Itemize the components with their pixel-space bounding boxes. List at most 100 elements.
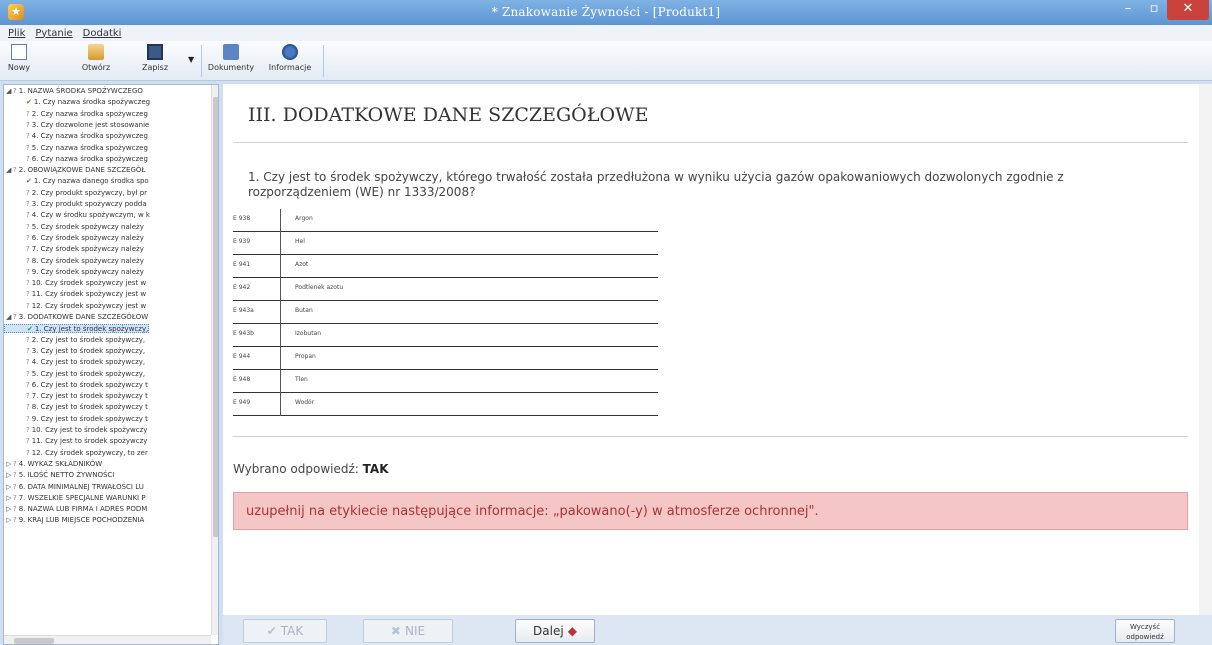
cross-icon: ✖ [390,624,401,638]
tree-question[interactable]: ? 12. Czy środek spożywczy, to zer [4,449,148,458]
close-button[interactable]: ✕ [1167,0,1209,20]
open-button[interactable]: Otwórz [78,44,114,72]
tree-section[interactable]: ▷? 7. WSZELKIE SPECJALNE WARUNKI P [4,494,146,503]
tree-item-label: 5. Czy nazwa środka spożywczeg [31,143,148,152]
gas-table-row: E 941 Azot [233,255,658,278]
tree-question[interactable]: ? 4. Czy w środku spożywczym, w k [4,211,150,220]
tree-question[interactable]: ✔ 1. Czy nazwa środka spożywczeg [4,98,150,107]
gas-table-row: E 944 Propan [233,347,658,370]
gas-name: Argon [295,215,313,222]
tree-horizontal-scrollbar[interactable] [4,635,211,644]
menu-question[interactable]: Pytanie [35,28,72,39]
tree-item-label: 3. Czy produkt spożywczy podda [31,200,147,208]
tree-question[interactable]: ? 2. Czy nazwa środka spożywczeg [4,110,148,119]
tree-vertical-scrollbar[interactable] [211,85,218,635]
tree-question[interactable]: ? 10. Czy jest to środek spożywczy [4,426,147,435]
clear-label-line1: Wyczyść [1129,623,1161,631]
tree-section[interactable]: ◢? 2. OBOWIĄZKOWE DANE SZCZEGÓŁ [4,166,145,175]
information-button[interactable]: Informacje [265,44,315,72]
expander-icon[interactable]: ▷ [6,471,13,480]
tree-question[interactable]: ? 3. Czy produkt spożywczy podda [4,200,147,209]
question-mark-icon: ? [26,120,30,129]
question-mark-icon: ? [26,154,30,163]
tree-hscroll-thumb[interactable] [14,638,54,644]
tree-section[interactable]: ▷? 9. KRAJ LUB MIEJSCE POCHODZENIA [4,516,144,525]
tree-question[interactable]: ? 12. Czy środek spożywczy jest w [4,302,146,311]
gas-table-row: E 942 Podtlenek azotu [233,278,658,301]
next-arrow-icon: ◆ [567,624,577,638]
tree-question[interactable]: ? 11. Czy środek spożywczy jest w [4,290,146,299]
expander-icon[interactable]: ◢ [6,313,13,322]
tree-question[interactable]: ✔ 1. Czy jest to środek spożywczy, [4,324,150,334]
tree-question[interactable]: ? 8. Czy środek spożywczy należy [4,257,144,266]
question-mark-icon: ? [26,233,30,242]
content-vertical-scrollbar[interactable] [1199,84,1212,615]
question-mark-icon: ? [26,290,30,299]
gas-code: E 943b [233,330,254,337]
tree-item-label: 11. Czy środek spożywczy jest w [31,290,147,299]
tree-question[interactable]: ? 2. Czy jest to środek spożywczy, [4,336,145,345]
tree-question[interactable]: ? 4. Czy jest to środek spożywczy, [4,358,145,367]
tree-question[interactable]: ? 8. Czy jest to środek spożywczy t [4,403,148,412]
gas-code: E 941 [233,261,251,268]
expander-icon[interactable]: ▷ [6,460,13,469]
tree-question[interactable]: ? 4. Czy nazwa środka spożywczeg [4,132,148,141]
tree-question[interactable]: ? 6. Czy nazwa środka spożywczeg [4,155,148,164]
tree-section[interactable]: ▷? 4. WYKAZ SKŁADNIKÓW [4,460,102,469]
new-button[interactable]: Nowy [6,44,32,72]
tree-question[interactable]: ✔ 1. Czy nazwa danego środka spo [4,177,149,186]
next-button[interactable]: Dalej ◆ [515,619,595,643]
tree-section[interactable]: ◢? 3. DODATKOWE DANE SZCZEGÓŁOW [4,313,148,322]
gas-code: E 944 [233,353,251,360]
menu-extras[interactable]: Dodatki [83,28,122,39]
tree-question[interactable]: ? 11. Czy jest to środek spożywczy [4,437,147,446]
tree-item-label: 7. Czy środek spożywczy należy [31,245,144,254]
expander-icon[interactable]: ◢ [6,166,13,175]
tree-question[interactable]: ? 5. Czy środek spożywczy należy [4,223,144,232]
tree-question[interactable]: ? 3. Czy jest to środek spożywczy, [4,347,145,356]
no-button[interactable]: ✖ NIE [363,619,453,643]
question-mark-icon: ? [26,346,30,355]
tree-question[interactable]: ? 3. Czy dozwolone jest stosowanie [4,121,149,130]
tree-section[interactable]: ▷? 5. ILOŚĆ NETTO ŻYWNOŚCI [4,471,114,480]
gas-name: Azot [295,261,309,268]
tree-question[interactable]: ? 5. Czy nazwa środka spożywczeg [4,144,148,153]
documents-button[interactable]: Dokumenty [207,44,255,72]
tree-question[interactable]: ? 9. Czy jest to środek spożywczy t [4,415,148,424]
tree-item-label: 2. Czy jest to środek spożywczy, [31,335,146,344]
tree-item-label: 9. Czy środek spożywczy należy [31,267,144,276]
tree-section[interactable]: ◢? 1. NAZWA ŚRODKA SPOŻYWCZEGO [4,87,143,96]
yes-button[interactable]: ✔ TAK [243,619,327,643]
expander-icon[interactable]: ▷ [6,516,13,525]
save-dropdown-icon[interactable]: ▼ [188,55,194,64]
menu-file[interactable]: Plik [8,28,25,39]
minimize-button[interactable]: – [1115,0,1141,20]
tree-section[interactable]: ▷? 6. DATA MINIMALNEJ TRWAŁOŚCI LU [4,483,144,492]
expander-icon[interactable]: ▷ [6,494,13,503]
question-mark-icon: ? [26,369,30,378]
tree-question[interactable]: ? 10. Czy środek spożywczy jest w [4,279,146,288]
tree-item-label: 2. Czy produkt spożywczy, był pr [31,188,148,197]
save-button[interactable]: Zapisz [140,44,170,72]
tree-scroll-thumb[interactable] [213,97,218,537]
folder-icon [88,44,104,60]
clear-answer-button[interactable]: Wyczyść odpowiedź [1115,619,1175,643]
maximize-button[interactable]: ▫ [1141,0,1167,20]
question-mark-icon: ? [26,437,30,446]
tree-question[interactable]: ? 6. Czy jest to środek spożywczy t [4,381,148,390]
tree-question[interactable]: ? 2. Czy produkt spożywczy, był pr [4,189,147,198]
tree-item-label: 2. OBOWIĄZKOWE DANE SZCZEGÓŁ [18,166,146,175]
expander-icon[interactable]: ◢ [6,87,13,96]
tree-question[interactable]: ? 5. Czy jest to środek spożywczy, [4,370,145,379]
tree-section[interactable]: ▷? 8. NAZWA LUB FIRMA I ADRES PODM [4,505,147,514]
tree-question[interactable]: ? 6. Czy środek spożywczy należy [4,234,144,243]
tree-question[interactable]: ? 9. Czy środek spożywczy należy [4,268,144,277]
question-mark-icon: ? [26,267,30,276]
expander-icon[interactable]: ▷ [6,505,13,514]
tree-item-label: 11. Czy jest to środek spożywczy [31,437,148,446]
tree-item-label: 6. Czy środek spożywczy należy [31,233,144,242]
question-mark-icon: ? [26,132,30,141]
expander-icon[interactable]: ▷ [6,483,13,492]
tree-question[interactable]: ? 7. Czy jest to środek spożywczy t [4,392,148,401]
tree-question[interactable]: ? 7. Czy środek spożywczy należy [4,245,144,254]
